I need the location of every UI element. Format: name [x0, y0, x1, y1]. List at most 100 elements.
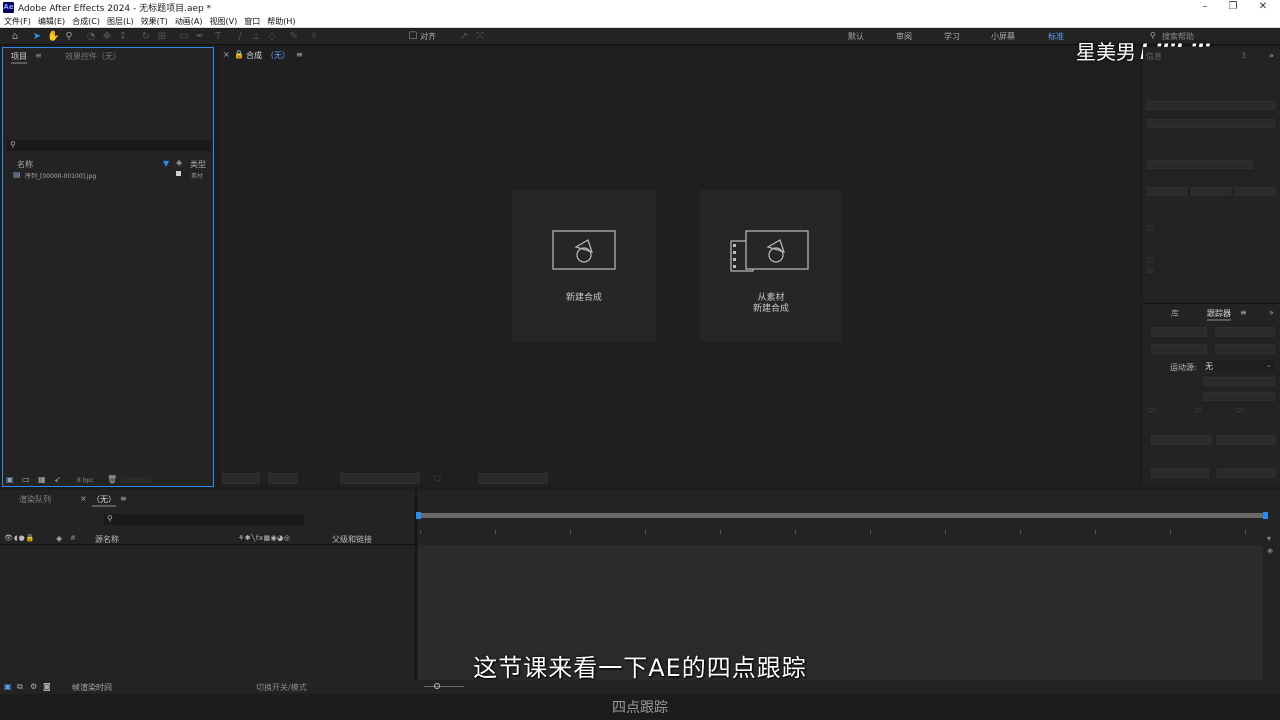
- position-checkbox[interactable]: ☑: [1149, 407, 1155, 415]
- clone-stamp-icon[interactable]: ⊥: [250, 31, 262, 43]
- apply-button[interactable]: [1217, 468, 1275, 478]
- home-icon[interactable]: ⌂: [9, 31, 21, 43]
- project-item-row[interactable]: ▤ 序列_[00000-00100].jpg 素材: [3, 170, 213, 180]
- menu-edit[interactable]: 编辑(E): [38, 16, 65, 27]
- preview-resolution-dropdown[interactable]: [1235, 187, 1275, 196]
- tab-project[interactable]: 项目: [11, 51, 27, 64]
- restore-icon[interactable]: ❐: [1218, 0, 1248, 15]
- interpret-footage-icon[interactable]: ▣: [6, 475, 14, 484]
- rotation-checkbox[interactable]: ☑: [1195, 407, 1201, 415]
- preview-shortcut-dropdown[interactable]: [1147, 101, 1275, 110]
- menu-animation[interactable]: 动画(A): [175, 16, 203, 27]
- workspace-default[interactable]: 默认: [848, 31, 864, 42]
- preview-skip-field[interactable]: [1191, 187, 1231, 196]
- zoom-slider-handle[interactable]: [434, 683, 440, 689]
- scale-checkbox[interactable]: ☑: [1237, 407, 1243, 415]
- tab-tracker[interactable]: 跟踪器: [1207, 308, 1231, 321]
- menu-composition[interactable]: 合成(C): [72, 16, 100, 27]
- panel-menu-icon[interactable]: ≡: [296, 50, 303, 59]
- menu-file[interactable]: 文件(F): [4, 16, 31, 27]
- edit-target-button[interactable]: [1151, 435, 1211, 445]
- av-switches-icons[interactable]: 👁◖●🔒: [4, 534, 35, 542]
- tab-render-queue[interactable]: 渲染队列: [19, 494, 51, 505]
- workspace-review[interactable]: 审阅: [896, 31, 912, 42]
- sort-arrow-icon[interactable]: ▼: [163, 159, 169, 168]
- pan-behind-icon[interactable]: ⊞: [156, 31, 168, 43]
- comp-marker-icon[interactable]: ▾: [1267, 534, 1280, 544]
- rotate-tool-icon[interactable]: ↻: [140, 31, 152, 43]
- toggle-switches-modes[interactable]: 切换开关/模式: [256, 682, 307, 693]
- tab-effect-controls[interactable]: 效果控件（无）: [65, 51, 121, 62]
- close-tab-icon[interactable]: ×: [223, 50, 230, 59]
- lock-icon[interactable]: 🔒: [234, 50, 244, 59]
- current-track-dropdown[interactable]: [1203, 377, 1275, 386]
- column-type-header[interactable]: 类型: [190, 159, 206, 170]
- close-icon[interactable]: ✕: [1248, 0, 1278, 15]
- hand-tool-icon[interactable]: ✋: [47, 31, 59, 43]
- resolution-dropdown[interactable]: [268, 473, 298, 484]
- transfer-controls-icon[interactable]: ⧉: [17, 682, 23, 692]
- layer-switches-icons[interactable]: ⚘✱╲fx▦◉◕◎: [238, 534, 290, 542]
- timeline-scroll-icon[interactable]: ◈: [1267, 546, 1280, 556]
- track-motion-button[interactable]: [1151, 344, 1207, 354]
- minimize-icon[interactable]: –: [1190, 0, 1220, 15]
- puppet-pin-icon[interactable]: ✧: [308, 31, 320, 43]
- tab-timeline-comp[interactable]: （无）: [92, 494, 116, 507]
- pen-tool-icon[interactable]: ✒: [194, 31, 206, 43]
- dolly-camera-icon[interactable]: ↕: [117, 31, 129, 43]
- time-ruler[interactable]: [418, 530, 1267, 542]
- trash-icon[interactable]: 🗑: [107, 475, 117, 484]
- time-navigator-end-handle[interactable]: [1263, 512, 1268, 519]
- new-composition-button[interactable]: 新建合成: [512, 190, 656, 342]
- project-search-input[interactable]: ⚲: [7, 140, 211, 151]
- tab-info[interactable]: 信息: [1146, 51, 1162, 62]
- new-comp-icon[interactable]: ▦: [38, 475, 46, 484]
- type-tool-icon[interactable]: T: [212, 31, 224, 43]
- preview-range-dropdown[interactable]: [1147, 160, 1253, 169]
- magnification-dropdown[interactable]: [222, 473, 260, 484]
- panel-menu-icon[interactable]: ≡: [35, 51, 42, 60]
- brush-tool-icon[interactable]: ∕: [234, 31, 246, 43]
- zoom-tool-icon[interactable]: ⚲: [63, 31, 75, 43]
- layer-switches-toggle-icon[interactable]: ▣: [4, 682, 12, 691]
- in-out-icon[interactable]: ⚙: [30, 682, 37, 691]
- viewer-toggle-buttons[interactable]: [340, 473, 420, 484]
- tab-libraries[interactable]: 库: [1171, 308, 1179, 319]
- camera-icon[interactable]: ⎔: [434, 474, 441, 483]
- orbit-camera-icon[interactable]: ◔: [85, 31, 97, 43]
- menu-layer[interactable]: 图层(L): [107, 16, 134, 27]
- layer-search-input[interactable]: ⚲: [104, 514, 304, 525]
- project-zoom-slider[interactable]: [121, 477, 151, 483]
- snap-option-icon[interactable]: ↗: [458, 31, 470, 43]
- label-tag-icon[interactable]: ◈: [176, 158, 182, 167]
- tab-composition[interactable]: 合成: [246, 50, 262, 61]
- motion-source-dropdown[interactable]: 无 ⌄: [1203, 360, 1275, 371]
- render-time-icon[interactable]: ◙: [43, 682, 51, 691]
- workspace-learn[interactable]: 学习: [944, 31, 960, 42]
- preview-option-checkbox-2[interactable]: ☑: [1147, 267, 1153, 275]
- menu-effect[interactable]: 效果(T): [141, 16, 168, 27]
- preview-frame-rate-dropdown[interactable]: [1147, 187, 1187, 196]
- panel-menu-icon[interactable]: ≡: [1240, 308, 1247, 317]
- track-camera-button[interactable]: [1151, 327, 1207, 337]
- label-tag-icon[interactable]: ◈: [56, 534, 62, 543]
- new-folder-icon[interactable]: ▭: [22, 475, 30, 484]
- menu-help[interactable]: 帮助(H): [267, 16, 295, 27]
- rectangle-tool-icon[interactable]: ▭: [178, 31, 190, 43]
- preview-field[interactable]: [1147, 119, 1275, 128]
- preview-option-checkbox-1[interactable]: ☐: [1147, 256, 1153, 264]
- menu-view[interactable]: 视图(V): [210, 16, 238, 27]
- warp-stabilizer-button[interactable]: [1215, 327, 1275, 337]
- snap-grid-icon[interactable]: ⤧: [474, 31, 486, 43]
- reset-button[interactable]: [1151, 468, 1209, 478]
- expand-panels-icon[interactable]: »: [1269, 51, 1274, 60]
- bpc-label[interactable]: 8 bpc: [77, 477, 94, 484]
- roto-brush-icon[interactable]: ✎: [288, 31, 300, 43]
- workspace-standard[interactable]: 标准: [1048, 31, 1064, 42]
- column-name-header[interactable]: 名称: [17, 159, 33, 170]
- snap-checkbox-icon[interactable]: ☐: [408, 31, 418, 43]
- timecode-display[interactable]: [478, 473, 548, 484]
- panel-menu-icon[interactable]: ≡: [120, 494, 127, 503]
- tab-audio-3[interactable]: 3: [1241, 51, 1246, 60]
- workspace-small-screen[interactable]: 小屏幕: [991, 31, 1015, 42]
